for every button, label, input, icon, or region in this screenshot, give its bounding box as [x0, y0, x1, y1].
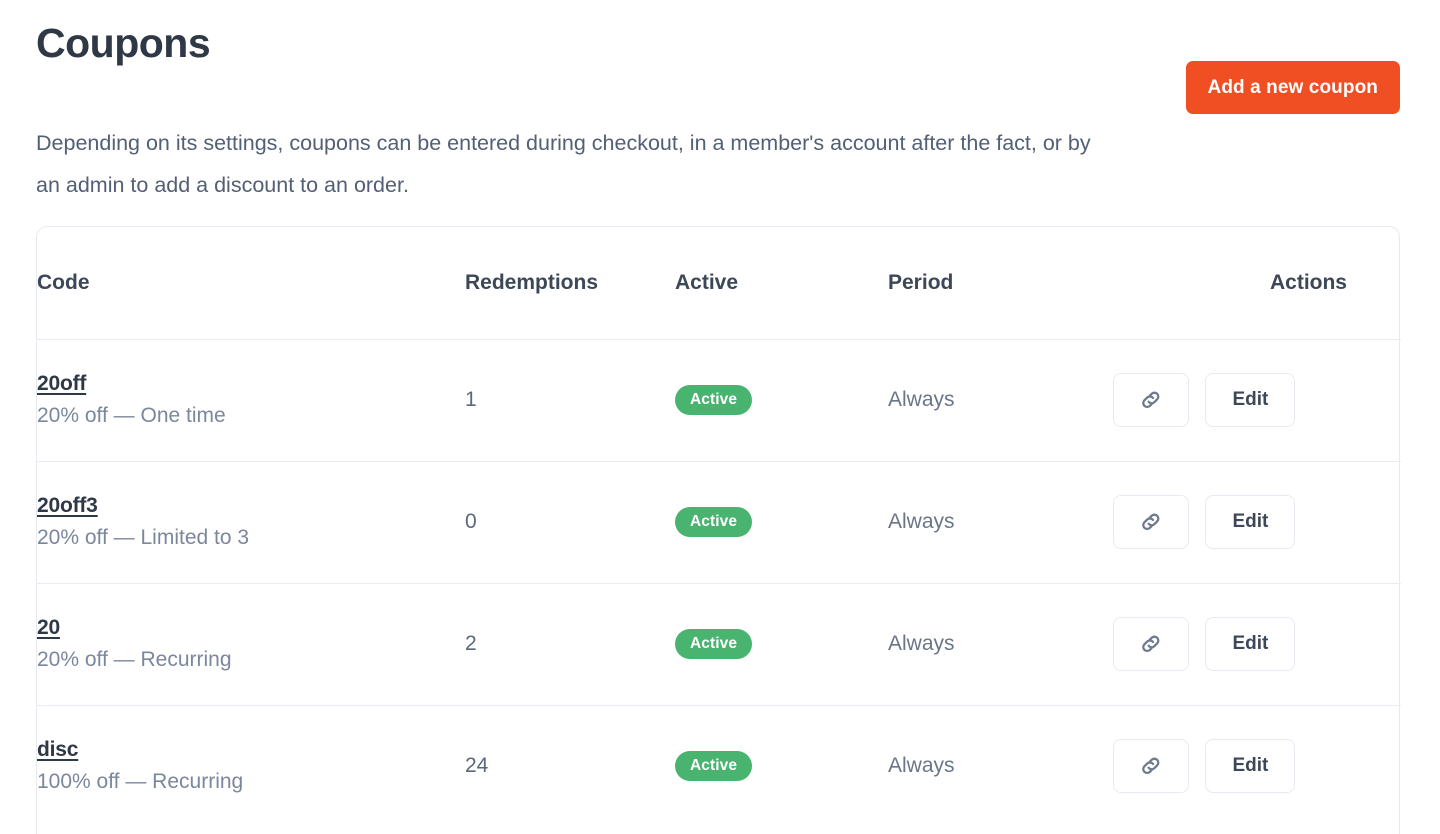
cell-active: Active: [675, 582, 888, 705]
table-head: Code Redemptions Active Period Actions: [37, 227, 1401, 339]
redemptions-value: 0: [465, 510, 477, 533]
page-header: Coupons Add a new coupon Depending on it…: [36, 16, 1400, 206]
copy-link-button[interactable]: [1113, 495, 1189, 549]
coupon-code-link[interactable]: 20: [37, 616, 60, 640]
period-value: Always: [888, 632, 955, 655]
title-row: Coupons Add a new coupon: [36, 16, 1400, 114]
coupon-detail: 20% off — Recurring: [37, 647, 232, 671]
period-value: Always: [888, 754, 955, 778]
edit-button[interactable]: Edit: [1205, 617, 1296, 671]
page-description: Depending on its settings, coupons can b…: [36, 131, 1091, 197]
table-row: 20off3 20% off — Limited to 3 0 Active A…: [37, 460, 1401, 583]
coupons-page: Coupons Add a new coupon Depending on it…: [0, 0, 1440, 834]
cell-actions: Edit: [1113, 704, 1401, 827]
coupons-card: Code Redemptions Active Period Actions 2…: [36, 226, 1401, 834]
cell-code: disc 100% off — Recurring: [37, 704, 465, 827]
table-row: disc 100% off — Recurring 24 Active Alwa…: [37, 704, 1401, 827]
table-row: 20off 20% off — One time 1 Active Always: [37, 338, 1401, 461]
cell-period: Always: [888, 338, 1113, 461]
status-badge: Active: [675, 751, 753, 782]
link-icon: [1138, 509, 1164, 535]
cell-redemptions: 1: [465, 338, 675, 461]
cell-active: Active: [675, 460, 888, 583]
link-icon: [1138, 753, 1164, 779]
cell-period: Always: [888, 704, 1113, 827]
coupon-code-link[interactable]: disc: [37, 738, 78, 762]
edit-button[interactable]: Edit: [1205, 739, 1296, 794]
column-header-redemptions: Redemptions: [465, 270, 599, 294]
status-badge: Active: [675, 385, 753, 415]
coupon-code-link[interactable]: 20off3: [37, 494, 98, 518]
table-row: 20 20% off — Recurring 2 Active Always E…: [37, 582, 1401, 705]
coupon-detail: 20% off — Limited to 3: [37, 525, 250, 549]
redemptions-value: 1: [465, 388, 477, 411]
status-badge: Active: [675, 507, 753, 537]
cell-period: Always: [888, 582, 1113, 705]
cell-active: Active: [675, 704, 888, 827]
coupon-code-link[interactable]: 20off: [37, 372, 86, 396]
period-value: Always: [888, 510, 955, 533]
copy-link-button[interactable]: [1113, 739, 1189, 794]
page-title: Coupons: [36, 20, 211, 66]
cell-code: 20off 20% off — One time: [37, 338, 465, 461]
edit-button[interactable]: Edit: [1205, 495, 1296, 549]
column-header-code: Code: [37, 270, 90, 294]
add-new-coupon-button[interactable]: Add a new coupon: [1185, 61, 1400, 114]
table-body: 20off 20% off — One time 1 Active Always: [37, 338, 1401, 827]
edit-button[interactable]: Edit: [1205, 373, 1296, 427]
copy-link-button[interactable]: [1113, 373, 1189, 427]
cell-actions: Edit: [1113, 460, 1401, 583]
status-badge: Active: [675, 629, 753, 659]
cell-actions: Edit: [1113, 338, 1401, 461]
cell-active: Active: [675, 338, 888, 461]
redemptions-value: 2: [465, 632, 477, 655]
link-icon: [1138, 631, 1164, 657]
cell-redemptions: 24: [465, 704, 675, 827]
column-header-active: Active: [675, 270, 739, 294]
table-header-row: Code Redemptions Active Period Actions: [37, 227, 1401, 339]
cell-actions: Edit: [1113, 582, 1401, 705]
column-header-actions: Actions: [1269, 270, 1347, 294]
redemptions-value: 24: [465, 754, 489, 778]
coupons-table: Code Redemptions Active Period Actions 2…: [37, 227, 1401, 827]
period-value: Always: [888, 388, 955, 411]
coupon-detail: 20% off — One time: [37, 403, 226, 427]
cell-period: Always: [888, 460, 1113, 583]
cell-code: 20 20% off — Recurring: [37, 582, 465, 705]
copy-link-button[interactable]: [1113, 617, 1189, 671]
coupon-detail: 100% off — Recurring: [37, 769, 244, 793]
link-icon: [1138, 387, 1164, 413]
cell-redemptions: 0: [465, 460, 675, 583]
column-header-period: Period: [888, 270, 954, 294]
cell-redemptions: 2: [465, 582, 675, 705]
cell-code: 20off3 20% off — Limited to 3: [37, 460, 465, 583]
